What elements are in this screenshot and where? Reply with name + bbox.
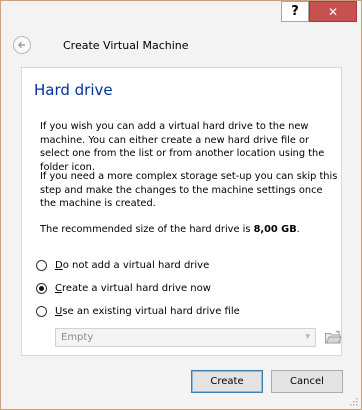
dialog-window: ? ✕ Create Virtual Machine Hard drive If… xyxy=(0,0,362,410)
create-button[interactable]: Create xyxy=(191,370,263,393)
content-panel: Hard drive If you wish you can add a vir… xyxy=(21,67,342,356)
page-title: Hard drive xyxy=(34,81,113,99)
option-existing-drive-text: se an existing virtual hard drive file xyxy=(62,306,240,317)
window-title: Create Virtual Machine xyxy=(63,39,189,52)
resize-grip-icon[interactable] xyxy=(348,396,358,406)
radio-no-drive[interactable] xyxy=(36,260,47,271)
option-no-drive-text: o not add a virtual hard drive xyxy=(62,260,210,271)
info-paragraph: If you need a more complex storage set-u… xyxy=(40,171,338,210)
radio-create-drive[interactable] xyxy=(36,283,47,294)
recommended-size-suffix: . xyxy=(296,224,300,235)
mnemonic-c: C xyxy=(55,283,62,294)
option-no-drive[interactable]: Do not add a virtual hard drive xyxy=(36,260,209,271)
option-existing-drive-label: Use an existing virtual hard drive file xyxy=(55,306,240,317)
option-create-drive-text: reate a virtual hard drive now xyxy=(61,283,211,294)
folder-icon xyxy=(325,330,342,344)
recommended-size-paragraph: The recommended size of the hard drive i… xyxy=(40,223,340,237)
choose-drive-file-button[interactable] xyxy=(323,327,343,347)
title-bar: ? ✕ xyxy=(1,1,361,23)
existing-drive-value: Empty xyxy=(61,332,94,343)
cancel-button[interactable]: Cancel xyxy=(271,370,343,393)
existing-drive-select[interactable]: Empty ▾ xyxy=(55,328,316,347)
close-icon: ✕ xyxy=(327,4,339,19)
help-icon: ? xyxy=(291,4,299,19)
option-existing-drive[interactable]: Use an existing virtual hard drive file xyxy=(36,306,240,317)
close-button[interactable]: ✕ xyxy=(309,1,357,22)
back-arrow-icon xyxy=(17,41,25,49)
option-create-drive[interactable]: Create a virtual hard drive now xyxy=(36,283,211,294)
chevron-down-icon: ▾ xyxy=(305,332,310,342)
option-create-drive-label: Create a virtual hard drive now xyxy=(55,283,211,294)
wizard-header: Create Virtual Machine xyxy=(2,23,360,67)
recommended-size-prefix: The recommended size of the hard drive i… xyxy=(40,224,254,235)
back-button[interactable] xyxy=(13,36,31,54)
option-no-drive-label: Do not add a virtual hard drive xyxy=(55,260,209,271)
recommended-size-value: 8,00 GB xyxy=(253,224,297,235)
radio-existing-drive[interactable] xyxy=(36,306,47,317)
help-button[interactable]: ? xyxy=(281,1,309,22)
mnemonic-d: D xyxy=(55,260,63,271)
intro-paragraph: If you wish you can add a virtual hard d… xyxy=(40,121,325,173)
